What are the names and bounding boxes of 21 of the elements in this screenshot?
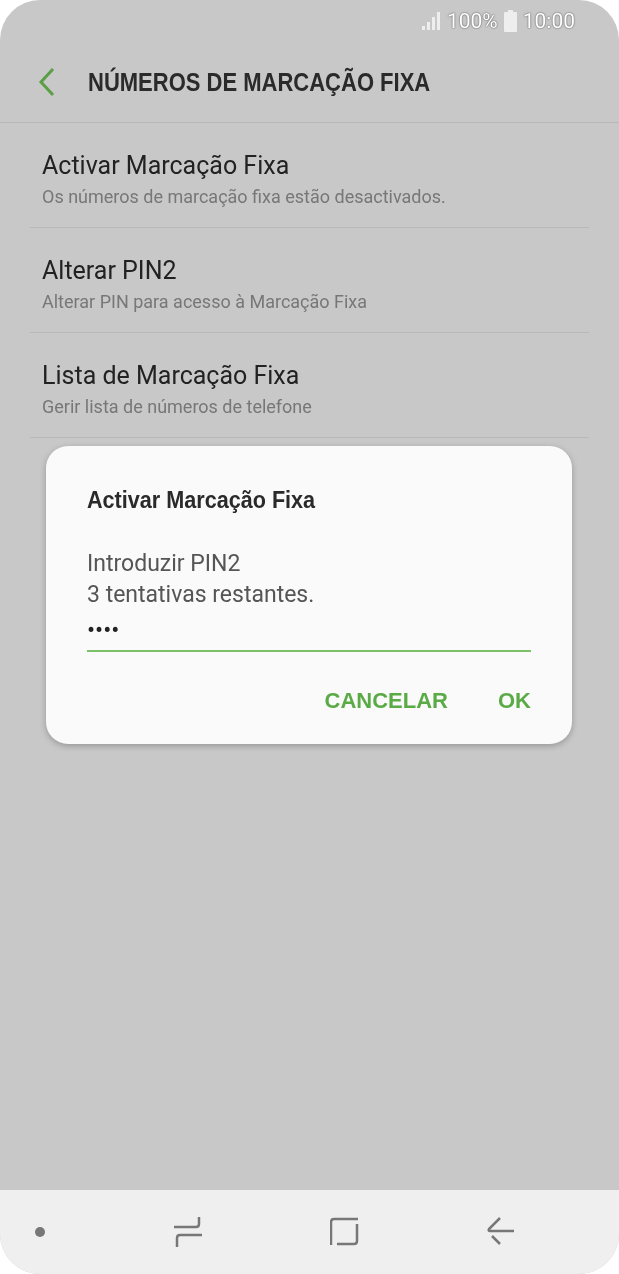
recents-icon[interactable] [173, 1216, 203, 1248]
setting-subtitle: Os números de marcação fixa estão desactivados. [42, 186, 447, 207]
page-title: NÚMEROS DE MARCAÇÃO FIXA [88, 67, 431, 97]
home-icon[interactable] [330, 1217, 360, 1247]
settings-item[interactable]: Activar Marcação Fixa Os números de marcação fixa estão desactivados. [30, 123, 589, 228]
pin-field[interactable]: •••• [87, 614, 531, 652]
setting-subtitle: Gerir lista de números de telefone [42, 396, 313, 417]
settings-item[interactable]: Lista de Marcação Fixa Gerir lista de números de telefone [30, 333, 589, 438]
dot-icon[interactable] [34, 1226, 46, 1238]
setting-title: Alterar PIN2 [42, 256, 178, 285]
setting-title: Lista de Marcação Fixa [42, 361, 301, 390]
signal-icon [420, 12, 441, 30]
setting-subtitle: Alterar PIN para acesso à Marcação Fixa [42, 291, 369, 312]
battery-icon [503, 10, 517, 32]
dialog-title: Activar Marcação Fixa [87, 486, 316, 514]
setting-title: Activar Marcação Fixa [42, 151, 291, 180]
settings-item[interactable]: Alterar PIN2 Alterar PIN para acesso à Marcação Fixa [30, 228, 589, 333]
back-nav-icon[interactable] [487, 1217, 515, 1247]
dialog-message: 3 tentativas restantes. [87, 580, 316, 610]
back-icon[interactable] [38, 67, 56, 97]
dialog-message: Introduzir PIN2 [87, 549, 242, 579]
